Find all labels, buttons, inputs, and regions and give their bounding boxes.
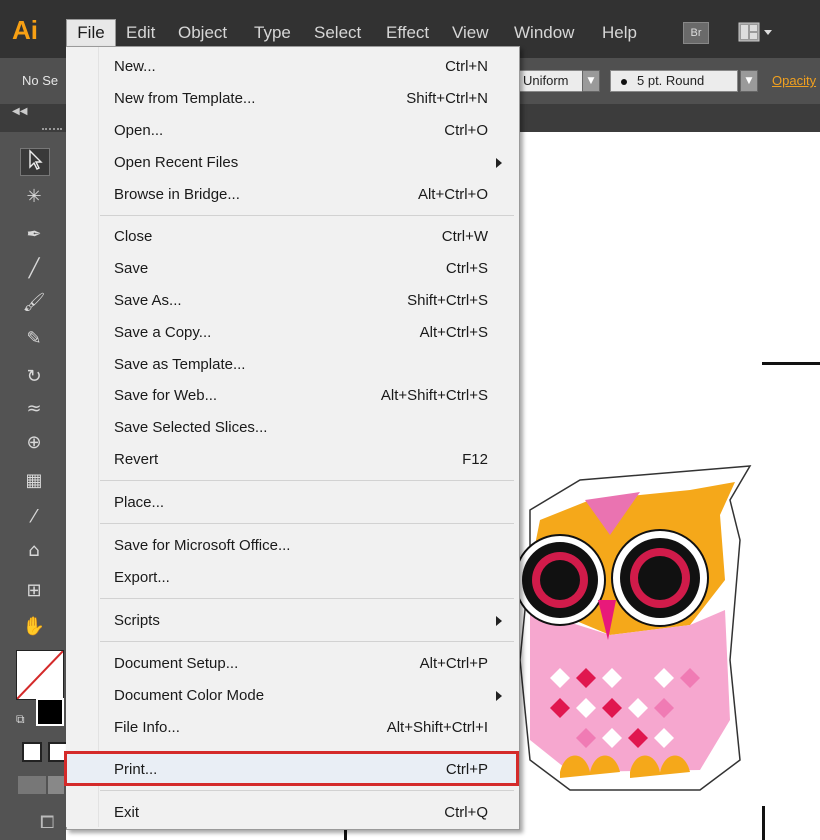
menu-view[interactable]: View (452, 20, 489, 46)
screen-mode-button[interactable] (18, 776, 46, 794)
menu-type[interactable]: Type (254, 20, 291, 46)
fill-swatch[interactable] (16, 650, 64, 700)
chevron-down-icon[interactable]: ▼ (582, 70, 600, 92)
menu-separator (100, 790, 514, 791)
menu-icon-gutter (66, 47, 99, 827)
workspace-switcher-icon[interactable] (738, 22, 778, 42)
menu-item-save-for-web[interactable]: Save for Web... Alt+Shift+Ctrl+S (100, 381, 514, 411)
menu-item-new-from-template[interactable]: New from Template... Shift+Ctrl+N (100, 84, 514, 114)
eyedropper-tool-icon[interactable]: ⁄ (20, 504, 48, 530)
menu-item-document-setup[interactable]: Document Setup... Alt+Ctrl+P (100, 649, 514, 679)
menu-item-print[interactable]: Print... Ctrl+P (100, 755, 514, 785)
owl-illustration (514, 465, 752, 791)
shape-builder-tool-icon[interactable]: ⊕ (20, 430, 48, 456)
artboard-tool-icon[interactable]: ⊞ (20, 578, 48, 604)
menu-window[interactable]: Window (514, 20, 574, 46)
selection-status: No Se (22, 73, 59, 88)
symbol-sprayer-tool-icon[interactable]: ⌂ (20, 538, 48, 564)
menu-separator (100, 598, 514, 599)
menu-effect[interactable]: Effect (386, 20, 429, 46)
menu-item-place[interactable]: Place... (100, 488, 514, 518)
brush-definition-select[interactable]: 5 pt. Round (610, 70, 738, 92)
menu-item-file-info[interactable]: File Info... Alt+Shift+Ctrl+I (100, 713, 514, 743)
pen-tool-icon[interactable]: ✒ (20, 222, 48, 248)
menu-help[interactable]: Help (602, 20, 637, 46)
bridge-button[interactable]: Br (683, 22, 709, 44)
menu-item-export[interactable]: Export... (100, 563, 514, 593)
panel-grip[interactable] (42, 128, 62, 132)
menu-separator (100, 641, 514, 642)
selection-tool-icon[interactable] (20, 148, 50, 176)
menu-item-document-color-mode[interactable]: Document Color Mode (100, 681, 514, 711)
mesh-tool-icon[interactable]: ▦ (20, 468, 48, 494)
menu-item-revert[interactable]: Revert F12 (100, 445, 514, 475)
menu-item-save-for-microsoft-office[interactable]: Save for Microsoft Office... (100, 531, 514, 561)
menu-edit[interactable]: Edit (126, 20, 155, 46)
magic-wand-tool-icon[interactable]: ✳ (20, 184, 48, 210)
line-segment-tool-icon[interactable]: ╱ (20, 256, 48, 282)
menu-item-close[interactable]: Close Ctrl+W (100, 222, 514, 252)
menu-separator (100, 215, 514, 216)
brush-dot-icon (621, 78, 627, 85)
width-tool-icon[interactable]: ≈ (20, 396, 48, 422)
blob-brush-tool-icon[interactable]: ✎ (20, 326, 48, 352)
menu-file[interactable]: File (66, 19, 116, 47)
brush-label: 5 pt. Round (637, 73, 705, 88)
menu-item-save-as[interactable]: Save As... Shift+Ctrl+S (100, 286, 514, 316)
menu-item-browse-in-bridge[interactable]: Browse in Bridge... Alt+Ctrl+O (100, 180, 514, 210)
menu-item-exit[interactable]: Exit Ctrl+Q (100, 798, 514, 828)
submenu-arrow-icon (496, 691, 502, 701)
menu-item-new[interactable]: New... Ctrl+N (100, 52, 514, 82)
menu-select[interactable]: Select (314, 20, 361, 46)
stroke-swatch[interactable] (36, 698, 64, 726)
menu-separator (100, 480, 514, 481)
rotate-tool-icon[interactable]: ↻ (20, 364, 48, 390)
menu-object[interactable]: Object (178, 20, 227, 46)
swap-fill-stroke-icon[interactable]: ⧉ (16, 712, 25, 727)
change-screen-mode-icon[interactable]: ⧠ (40, 812, 54, 833)
menu-item-save-as-template[interactable]: Save as Template... (100, 350, 514, 380)
submenu-arrow-icon (496, 616, 502, 626)
menu-item-save-a-copy[interactable]: Save a Copy... Alt+Ctrl+S (100, 318, 514, 348)
artwork-line (762, 806, 765, 840)
submenu-arrow-icon (496, 158, 502, 168)
opacity-link[interactable]: Opacity (772, 73, 820, 88)
variable-width-profile-select[interactable]: Uniform (518, 70, 586, 92)
draw-normal-icon[interactable] (22, 742, 42, 762)
app-logo: Ai (12, 15, 38, 45)
menu-separator (100, 523, 514, 524)
menu-item-scripts[interactable]: Scripts (100, 606, 514, 636)
menu-item-save[interactable]: Save Ctrl+S (100, 254, 514, 284)
collapse-panel-icon[interactable]: ◀◀ (12, 106, 27, 117)
menu-item-save-selected-slices[interactable]: Save Selected Slices... (100, 413, 514, 443)
chevron-down-icon[interactable]: ▼ (740, 70, 758, 92)
hand-tool-icon[interactable]: ✋ (20, 614, 48, 640)
menu-item-open[interactable]: Open... Ctrl+O (100, 116, 514, 146)
artwork-line (762, 362, 820, 365)
menu-item-open-recent[interactable]: Open Recent Files (100, 148, 514, 178)
paintbrush-tool-icon[interactable]: 🖌 (20, 290, 48, 316)
screen-mode-menu[interactable] (48, 776, 64, 794)
